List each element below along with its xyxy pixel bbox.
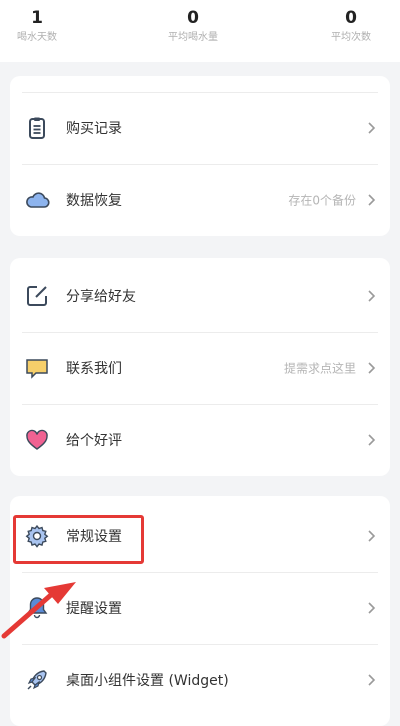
divider [22, 92, 378, 93]
stat-days-value: 1 [31, 8, 43, 28]
menu-item-label: 联系我们 [66, 361, 122, 377]
menu-item-rate[interactable]: 给个好评 [10, 404, 390, 476]
stat-avg-times: 0 平均次数 [306, 8, 396, 44]
clipboard-icon [24, 115, 50, 141]
chevron-right-icon [364, 601, 378, 615]
divider [22, 404, 378, 405]
pointer-arrow-icon [0, 580, 80, 640]
stat-avg-times-value: 0 [345, 8, 357, 28]
menu-item-widget-settings[interactable]: 桌面小组件设置 (Widget) [10, 644, 390, 716]
backup-count-text: 存在0个备份 [288, 193, 356, 208]
chevron-right-icon [364, 673, 378, 687]
share-edit-icon [24, 283, 50, 309]
menu-item-label: 给个好评 [66, 433, 122, 449]
divider [22, 164, 378, 165]
stats-header: 1 喝水天数 0 平均喝水量 0 平均次数 [0, 0, 400, 62]
chevron-right-icon [364, 529, 378, 543]
menu-item-share[interactable]: 分享给好友 [10, 260, 390, 332]
heart-icon [24, 427, 50, 453]
stat-avg-amount-label: 平均喝水量 [168, 32, 218, 43]
stat-avg-amount: 0 平均喝水量 [148, 8, 238, 44]
stat-days-label: 喝水天数 [17, 32, 57, 43]
chevron-right-icon [364, 289, 378, 303]
message-icon [24, 355, 50, 381]
menu-item-data-restore[interactable]: 数据恢复 存在0个备份 [10, 164, 390, 236]
divider [22, 572, 378, 573]
menu-card-social: 分享给好友 联系我们 提需求点这里 给个好评 [10, 258, 390, 476]
chevron-right-icon [364, 193, 378, 207]
chevron-right-icon [364, 433, 378, 447]
menu-item-label: 购买记录 [66, 121, 122, 137]
stat-avg-times-label: 平均次数 [331, 32, 371, 43]
cloud-icon [24, 187, 50, 213]
highlight-box [13, 515, 144, 564]
menu-item-label: 分享给好友 [66, 289, 136, 305]
chevron-right-icon [364, 121, 378, 135]
menu-item-purchase-history[interactable]: 购买记录 [10, 92, 390, 164]
chevron-right-icon [364, 361, 378, 375]
menu-card-records: 购买记录 数据恢复 存在0个备份 [10, 76, 390, 236]
divider [22, 332, 378, 333]
menu-item-label: 桌面小组件设置 (Widget) [66, 673, 229, 689]
rocket-icon [24, 667, 50, 693]
menu-item-label: 数据恢复 [66, 193, 122, 209]
stat-days: 1 喝水天数 [0, 8, 82, 44]
feedback-hint-text: 提需求点这里 [283, 361, 356, 376]
menu-item-contact[interactable]: 联系我们 提需求点这里 [10, 332, 390, 404]
divider [22, 644, 378, 645]
stat-avg-amount-value: 0 [187, 8, 199, 28]
